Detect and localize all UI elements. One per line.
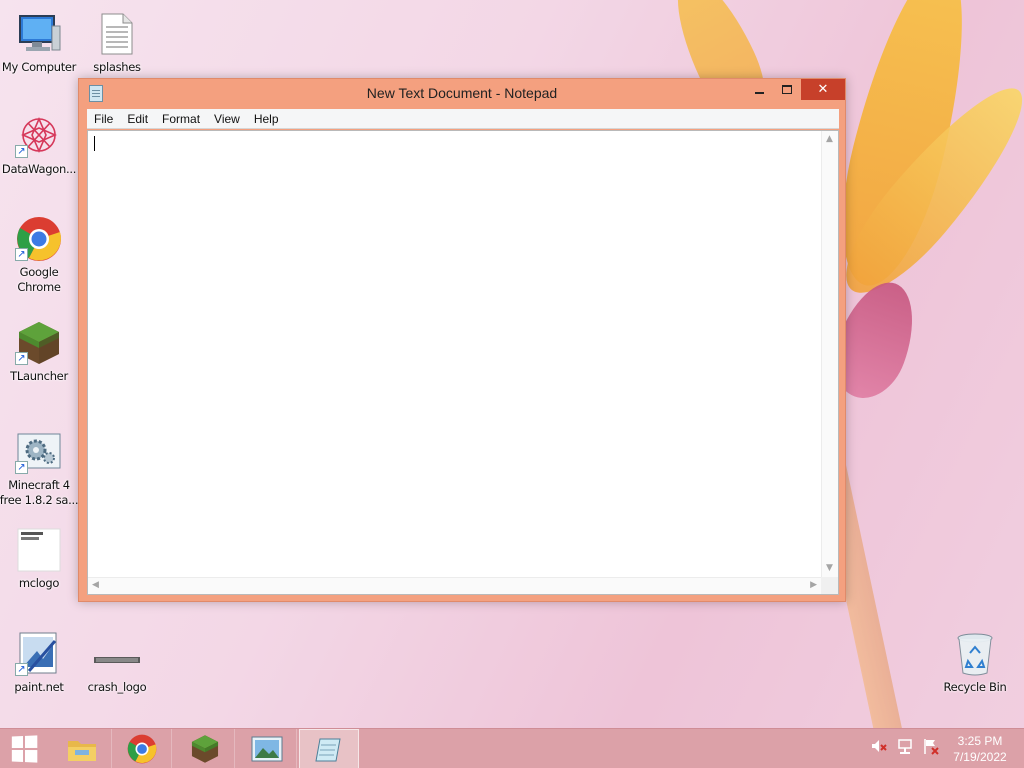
system-tray: [870, 737, 940, 755]
notepad-icon: [315, 738, 341, 762]
desktop-icon-mclogo[interactable]: mclogo: [0, 526, 81, 591]
taskbar-tlauncher[interactable]: [175, 729, 235, 768]
taskbar: 3:25 PM 7/19/2022: [0, 728, 1024, 768]
menu-edit[interactable]: Edit: [120, 109, 155, 129]
chrome-icon: [127, 734, 156, 764]
desktop-icon-splashes[interactable]: splashes: [75, 10, 159, 75]
computer-icon: [15, 10, 63, 58]
scroll-right-icon[interactable]: ▶: [810, 581, 817, 590]
notepad-window[interactable]: New Text Document - Notepad ✕ File Edit …: [78, 78, 846, 602]
shortcut-arrow-icon: ↗: [15, 248, 28, 261]
maximize-button[interactable]: [773, 79, 801, 100]
menu-bar: File Edit Format View Help: [87, 109, 839, 129]
text-editor[interactable]: ▲ ▼ ◀ ▶: [87, 130, 839, 595]
taskbar-notepad[interactable]: [299, 729, 359, 768]
text-file-icon: [93, 10, 141, 58]
desktop-icon-label: paint.net: [14, 680, 64, 694]
shortcut-arrow-icon: ↗: [15, 352, 28, 365]
desktop-icon-label: crash_logo: [87, 680, 147, 694]
scroll-up-icon[interactable]: ▲: [826, 135, 833, 144]
shortcut-arrow-icon: ↗: [15, 461, 28, 474]
window-title: New Text Document - Notepad: [366, 85, 558, 101]
clock-time: 3:25 PM: [957, 734, 1003, 748]
shortcut-arrow-icon: ↗: [15, 145, 28, 158]
minecraft-grass-block-icon: [191, 735, 218, 763]
menu-format[interactable]: Format: [155, 109, 207, 129]
desktop-icon-label: Google Chrome: [17, 265, 61, 294]
menu-file[interactable]: File: [87, 109, 120, 129]
horizontal-scrollbar[interactable]: ◀ ▶: [88, 577, 821, 594]
system-clock[interactable]: 3:25 PM 7/19/2022: [940, 733, 1020, 765]
recycle-bin-icon: [951, 630, 999, 678]
desktop-icon-label: Recycle Bin: [943, 680, 1007, 694]
scroll-left-icon[interactable]: ◀: [92, 581, 99, 590]
start-button[interactable]: [0, 729, 48, 768]
maximize-icon: [782, 85, 792, 94]
desktop-icon-label: TLauncher: [10, 369, 68, 383]
desktop-icon-label: splashes: [93, 60, 141, 74]
desktop-icon-recycle-bin[interactable]: Recycle Bin: [933, 630, 1017, 695]
close-icon: ✕: [817, 82, 829, 97]
volume-muted-icon[interactable]: [870, 737, 888, 755]
minecraft-grass-block-icon: ↗: [15, 319, 63, 367]
menu-help[interactable]: Help: [247, 109, 286, 129]
folder-icon: [67, 741, 96, 761]
shortcut-arrow-icon: ↗: [15, 663, 28, 676]
minimize-button[interactable]: [745, 79, 773, 100]
taskbar-file-explorer[interactable]: [52, 729, 112, 768]
desktop-icon-paint-net[interactable]: ↗ paint.net: [0, 630, 81, 695]
desktop-icon-minecraft-setup[interactable]: ↗ Minecraft 4 free 1.8.2 sa...: [0, 428, 81, 508]
desktop-icon-label: Minecraft 4 free 1.8.2 sa...: [0, 478, 79, 507]
desktop-icon-crash-logo[interactable]: crash_logo: [75, 642, 159, 695]
desktop-icon-label: mclogo: [18, 576, 60, 590]
desktop-icon-my-computer[interactable]: My Computer: [0, 10, 81, 75]
minimize-icon: [754, 91, 764, 94]
windows-logo-icon: [11, 735, 38, 763]
clock-date: 7/19/2022: [953, 750, 1007, 764]
title-bar[interactable]: New Text Document - Notepad ✕: [79, 79, 845, 109]
text-content[interactable]: [88, 131, 821, 577]
image-file-icon: [15, 526, 63, 574]
desktop-icon-tlauncher[interactable]: ↗ TLauncher: [0, 319, 81, 384]
desktop-icon-label: My Computer: [1, 60, 77, 74]
paint-net-icon: ↗: [15, 630, 63, 678]
datawagon-icon: ↗: [15, 112, 63, 160]
menu-view[interactable]: View: [207, 109, 247, 129]
chrome-icon: ↗: [15, 215, 63, 263]
desktop-icon-google-chrome[interactable]: ↗ Google Chrome: [0, 215, 81, 295]
vertical-scrollbar[interactable]: ▲ ▼: [821, 131, 838, 577]
taskbar-photo-viewer[interactable]: [237, 729, 297, 768]
image-file-icon: [93, 642, 141, 678]
desktop-icon-label: DataWagon...: [1, 162, 77, 176]
scroll-down-icon[interactable]: ▼: [826, 564, 833, 573]
installer-gear-icon: ↗: [15, 428, 63, 476]
photo-viewer-icon: [251, 736, 282, 762]
taskbar-chrome[interactable]: [112, 729, 172, 768]
text-caret: [94, 136, 95, 151]
close-button[interactable]: ✕: [801, 79, 845, 100]
resize-grip-icon[interactable]: [821, 577, 838, 594]
action-center-flag-icon[interactable]: [922, 737, 940, 755]
network-icon[interactable]: [896, 737, 914, 755]
desktop-icon-datawagon[interactable]: ↗ DataWagon...: [0, 112, 81, 177]
